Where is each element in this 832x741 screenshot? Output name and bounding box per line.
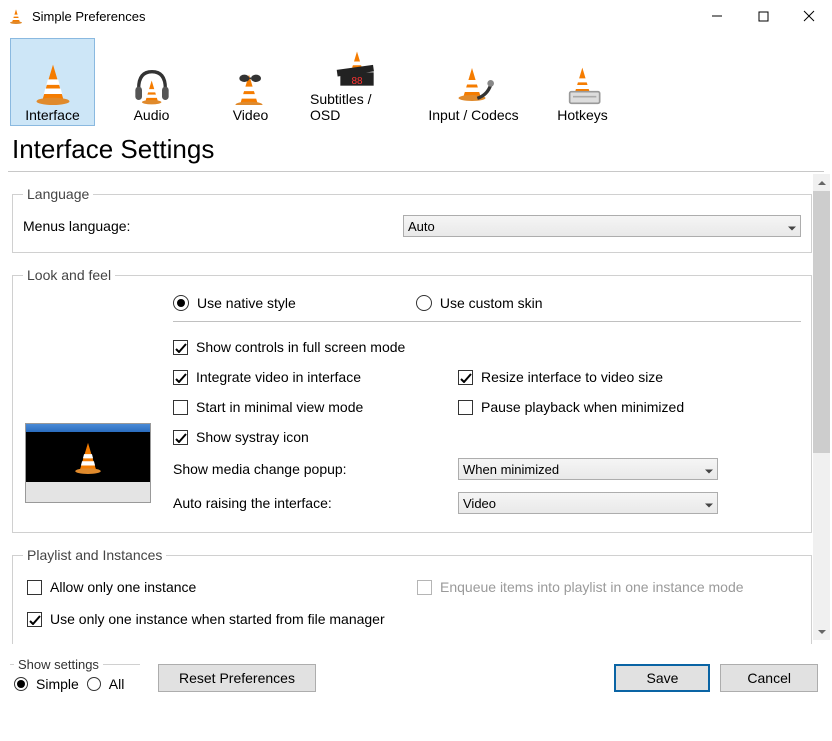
group-language: Language Menus language: Auto xyxy=(12,186,812,253)
vlc-cone-icon xyxy=(8,7,26,25)
checkbox-label: Allow only one instance xyxy=(50,579,196,595)
chevron-down-icon xyxy=(705,496,713,511)
checkbox-icon xyxy=(173,340,188,355)
divider xyxy=(173,321,801,322)
cancel-button[interactable]: Cancel xyxy=(720,664,818,692)
glasses-icon xyxy=(227,61,275,105)
section-title: Interface Settings xyxy=(0,130,832,171)
select-value: When minimized xyxy=(463,462,559,477)
radio-icon xyxy=(416,295,432,311)
scroll-up-icon[interactable] xyxy=(813,174,830,191)
tab-interface[interactable]: Interface xyxy=(10,38,95,126)
tab-label: Subtitles / OSD xyxy=(310,91,404,123)
checkbox-one-instance-fm[interactable]: Use only one instance when started from … xyxy=(27,605,385,633)
checkbox-label: Use only one instance when started from … xyxy=(50,611,385,627)
radio-native-style[interactable]: Use native style xyxy=(173,295,296,311)
tab-hotkeys[interactable]: Hotkeys xyxy=(540,38,625,126)
checkbox-one-instance[interactable]: Allow only one instance xyxy=(27,573,387,601)
checkbox-pause-minimized[interactable]: Pause playback when minimized xyxy=(458,392,743,422)
scroll-thumb[interactable] xyxy=(813,191,830,453)
auto-raise-label: Auto raising the interface: xyxy=(173,495,458,511)
radio-label: Use native style xyxy=(197,295,296,311)
tab-label: Input / Codecs xyxy=(428,107,518,123)
scroll-down-icon[interactable] xyxy=(813,623,830,640)
radio-custom-skin[interactable]: Use custom skin xyxy=(416,295,543,311)
checkbox-enqueue-items: Enqueue items into playlist in one insta… xyxy=(417,573,744,601)
cone-icon xyxy=(29,61,77,105)
tab-audio[interactable]: Audio xyxy=(109,38,194,126)
maximize-button[interactable] xyxy=(740,0,786,32)
save-button[interactable]: Save xyxy=(614,664,710,692)
category-tabs: Interface Audio Video 88 Subtitles / OSD… xyxy=(0,32,832,130)
look-legend: Look and feel xyxy=(23,267,115,283)
titlebar: Simple Preferences xyxy=(0,0,832,32)
checkbox-label: Resize interface to video size xyxy=(481,369,663,385)
menus-language-select[interactable]: Auto xyxy=(403,215,801,237)
tab-label: Video xyxy=(233,107,269,123)
radio-label: All xyxy=(109,676,125,692)
tab-input-codecs[interactable]: Input / Codecs xyxy=(421,38,526,126)
scroll-track[interactable] xyxy=(813,191,830,623)
checkbox-icon xyxy=(173,370,188,385)
tab-subtitles[interactable]: 88 Subtitles / OSD xyxy=(307,38,407,126)
checkbox-icon xyxy=(27,612,42,627)
checkbox-systray-icon[interactable]: Show systray icon xyxy=(173,422,743,452)
tab-label: Interface xyxy=(25,107,79,123)
radio-icon xyxy=(14,677,28,691)
show-settings-legend: Show settings xyxy=(14,657,103,672)
group-show-settings: Show settings Simple All xyxy=(10,657,140,692)
tab-label: Hotkeys xyxy=(557,107,608,123)
checkbox-label: Show controls in full screen mode xyxy=(196,339,405,355)
svg-text:88: 88 xyxy=(351,76,363,87)
skin-preview-thumbnail xyxy=(25,423,151,503)
radio-label: Simple xyxy=(36,676,79,692)
media-popup-label: Show media change popup: xyxy=(173,461,458,477)
group-playlist-instances: Playlist and Instances Allow only one in… xyxy=(12,547,812,644)
chevron-down-icon xyxy=(705,462,713,477)
radio-icon xyxy=(87,677,101,691)
checkbox-icon xyxy=(458,370,473,385)
footer: Show settings Simple All Reset Preferenc… xyxy=(0,644,832,700)
checkbox-icon xyxy=(27,580,42,595)
radio-all[interactable]: All xyxy=(87,676,125,692)
window-title: Simple Preferences xyxy=(32,9,694,24)
keyboard-icon xyxy=(559,61,607,105)
playlist-legend: Playlist and Instances xyxy=(23,547,166,563)
checkbox-resize-interface[interactable]: Resize interface to video size xyxy=(458,362,743,392)
checkbox-label: Show systray icon xyxy=(196,429,309,445)
select-value: Auto xyxy=(408,219,435,234)
checkbox-label: Pause playback when minimized xyxy=(481,399,684,415)
tab-video[interactable]: Video xyxy=(208,38,293,126)
group-look-and-feel: Look and feel Use native style Use custo… xyxy=(12,267,812,533)
radio-label: Use custom skin xyxy=(440,295,543,311)
checkbox-integrate-video[interactable]: Integrate video in interface xyxy=(173,362,458,392)
close-button[interactable] xyxy=(786,0,832,32)
checkbox-icon xyxy=(173,400,188,415)
checkbox-minimal-view[interactable]: Start in minimal view mode xyxy=(173,392,458,422)
select-value: Video xyxy=(463,496,496,511)
vertical-scrollbar[interactable] xyxy=(813,174,830,640)
reset-preferences-button[interactable]: Reset Preferences xyxy=(158,664,316,692)
minimize-button[interactable] xyxy=(694,0,740,32)
radio-icon xyxy=(173,295,189,311)
auto-raise-select[interactable]: Video xyxy=(458,492,718,514)
language-legend: Language xyxy=(23,186,93,202)
media-popup-select[interactable]: When minimized xyxy=(458,458,718,480)
tab-label: Audio xyxy=(134,107,170,123)
checkbox-icon xyxy=(458,400,473,415)
radio-simple[interactable]: Simple xyxy=(14,676,79,692)
chevron-down-icon xyxy=(788,219,796,234)
settings-content: Language Menus language: Auto Look and f… xyxy=(0,172,832,644)
menus-language-label: Menus language: xyxy=(23,218,403,234)
checkbox-icon xyxy=(417,580,432,595)
headphones-icon xyxy=(128,61,176,105)
checkbox-label: Integrate video in interface xyxy=(196,369,361,385)
checkbox-fullscreen-controls[interactable]: Show controls in full screen mode xyxy=(173,332,743,362)
checkbox-label: Start in minimal view mode xyxy=(196,399,363,415)
checkbox-label: Enqueue items into playlist in one insta… xyxy=(440,579,744,595)
checkbox-icon xyxy=(173,430,188,445)
cable-icon xyxy=(450,61,498,105)
clapper-icon: 88 xyxy=(333,45,381,89)
